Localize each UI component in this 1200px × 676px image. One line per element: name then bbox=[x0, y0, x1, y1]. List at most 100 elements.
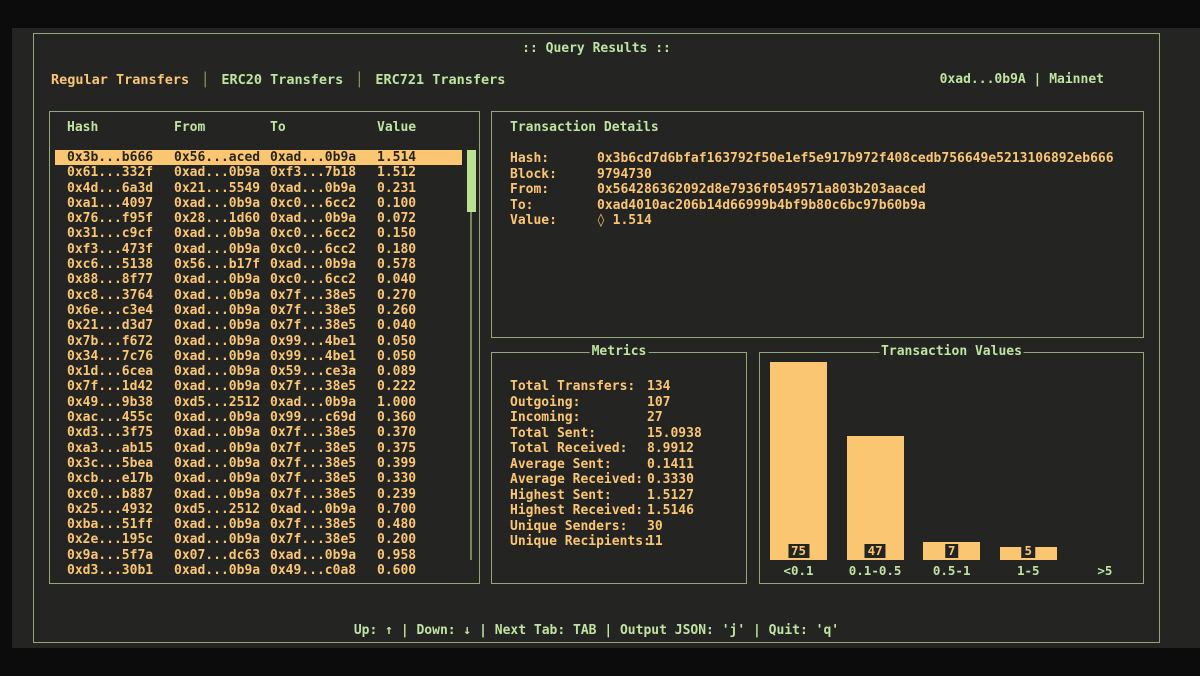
metrics-panel-title: Metrics bbox=[590, 344, 649, 360]
table-row[interactable]: 0x2e...195c0xad...0b9a0x7f...38e50.200 bbox=[55, 532, 462, 547]
details-field-row: Block: 9794730 bbox=[492, 167, 1143, 183]
cell-to: 0xad...0b9a bbox=[270, 395, 356, 410]
cell-from: 0xad...0b9a bbox=[174, 303, 260, 318]
transaction-values-chart-panel: Transaction Values 75<0.1470.1-0.570.5-1… bbox=[759, 352, 1144, 584]
table-row[interactable]: 0xc8...37640xad...0b9a0x7f...38e50.270 bbox=[55, 288, 462, 303]
cell-value: 0.180 bbox=[377, 242, 416, 257]
tab-regular-transfers[interactable]: Regular Transfers bbox=[51, 72, 189, 88]
cell-to: 0x49...c0a8 bbox=[270, 563, 356, 578]
cell-hash: 0x7b...f672 bbox=[67, 334, 153, 349]
details-field-row: Value:◊ 1.514 bbox=[492, 213, 1143, 229]
metric-label: Unique Recipients: bbox=[510, 534, 651, 550]
cell-to: 0x7f...38e5 bbox=[270, 425, 356, 440]
details-field-row: To:0xad4010ac206b14d66999b4bf9b80c6bc97b… bbox=[492, 198, 1143, 214]
cell-from: 0xad...0b9a bbox=[174, 517, 260, 532]
chart-plot: 75<0.1470.1-0.570.5-151-5>5 bbox=[760, 353, 1143, 583]
table-row[interactable]: 0x9a...5f7a0x07...dc630xad...0b9a0.958 bbox=[55, 548, 462, 563]
cell-to: 0x7f...38e5 bbox=[270, 318, 356, 333]
cell-to: 0x7f...38e5 bbox=[270, 487, 356, 502]
table-row[interactable]: 0x76...f95f0x28...1d600xad...0b9a0.072 bbox=[55, 211, 462, 226]
cell-from: 0xad...0b9a bbox=[174, 425, 260, 440]
cell-to: 0x7f...38e5 bbox=[270, 288, 356, 303]
cell-hash: 0x49...9b38 bbox=[67, 395, 153, 410]
table-row[interactable]: 0xa3...ab150xad...0b9a0x7f...38e50.375 bbox=[55, 441, 462, 456]
metric-label: Average Sent: bbox=[510, 457, 612, 473]
table-row[interactable]: 0xac...455c0xad...0b9a0x99...c69d0.360 bbox=[55, 410, 462, 425]
field-value: 0x3b6cd7d6bfaf163792f50e1ef5e917b972f408… bbox=[597, 151, 1114, 167]
column-header-from: From bbox=[174, 120, 205, 135]
table-row[interactable]: 0xf3...473f0xad...0b9a0xc0...6cc20.180 bbox=[55, 242, 462, 257]
metric-value: 11 bbox=[647, 534, 663, 550]
table-row[interactable]: 0xc0...b8870xad...0b9a0x7f...38e50.239 bbox=[55, 487, 462, 502]
table-row[interactable]: 0xcb...e17b0xad...0b9a0x7f...38e50.330 bbox=[55, 471, 462, 486]
metric-row: Highest Sent:1.5127 bbox=[492, 488, 746, 504]
cell-from: 0xad...0b9a bbox=[174, 226, 260, 241]
cell-value: 0.360 bbox=[377, 410, 416, 425]
metric-row: Unique Senders:30 bbox=[492, 519, 746, 535]
cell-to: 0x99...4be1 bbox=[270, 349, 356, 364]
cell-to: 0x7f...38e5 bbox=[270, 303, 356, 318]
table-row[interactable]: 0xba...51ff0xad...0b9a0x7f...38e50.480 bbox=[55, 517, 462, 532]
cell-hash: 0x31...c9cf bbox=[67, 226, 153, 241]
query-results-window: :: Query Results :: Regular Transfers│ER… bbox=[33, 33, 1160, 643]
tab-erc20-transfers[interactable]: ERC20 Transfers bbox=[221, 72, 343, 88]
table-row[interactable]: 0xa1...40970xad...0b9a0xc0...6cc20.100 bbox=[55, 196, 462, 211]
cell-value: 0.050 bbox=[377, 349, 416, 364]
cell-hash: 0xcb...e17b bbox=[67, 471, 153, 486]
cell-from: 0xad...0b9a bbox=[174, 349, 260, 364]
table-row[interactable]: 0x25...49320xd5...25120xad...0b9a0.700 bbox=[55, 502, 462, 517]
cell-value: 0.700 bbox=[377, 502, 416, 517]
table-row[interactable]: 0x4d...6a3d0x21...55490xad...0b9a0.231 bbox=[55, 181, 462, 196]
cell-to: 0x7f...38e5 bbox=[270, 379, 356, 394]
scrollbar-thumb[interactable] bbox=[467, 150, 476, 212]
table-row[interactable]: 0x34...7c76 0xad...0b9a 0x99...4be1 0.050 bbox=[55, 349, 462, 364]
chart-slot: 75<0.1 bbox=[760, 353, 837, 583]
chart-slot: 470.1-0.5 bbox=[837, 353, 914, 583]
table-row[interactable]: 0x6e...c3e40xad...0b9a0x7f...38e50.260 bbox=[55, 303, 462, 318]
cell-hash: 0x2e...195c bbox=[67, 532, 153, 547]
bar-value-label: 47 bbox=[865, 544, 886, 558]
cell-from: 0xad...0b9a bbox=[174, 334, 260, 349]
cell-value: 0.399 bbox=[377, 456, 416, 471]
cell-hash: 0x6e...c3e4 bbox=[67, 303, 153, 318]
chart-slot: >5 bbox=[1066, 353, 1143, 583]
table-row[interactable]: 0x49...9b380xd5...25120xad...0b9a1.000 bbox=[55, 395, 462, 410]
field-label: Value: bbox=[510, 213, 557, 229]
cell-to: 0x59...ce3a bbox=[270, 364, 356, 379]
cell-hash: 0xc8...3764 bbox=[67, 288, 153, 303]
table-row[interactable]: 0xc6...51380x56...b17f0xad...0b9a0.578 bbox=[55, 257, 462, 272]
column-header-to: To bbox=[270, 120, 286, 135]
table-row[interactable]: 0x7f...1d420xad...0b9a0x7f...38e50.222 bbox=[55, 379, 462, 394]
metrics-panel: Metrics Total Transfers:134Outgoing:107I… bbox=[491, 352, 747, 584]
table-row[interactable]: 0x1d...6cea0xad...0b9a0x59...ce3a0.089 bbox=[55, 364, 462, 379]
metric-label: Incoming: bbox=[510, 410, 580, 426]
table-row[interactable]: 0x88...8f770xad...0b9a0xc0...6cc20.040 bbox=[55, 272, 462, 287]
table-row[interactable]: 0x31...c9cf0xad...0b9a0xc0...6cc20.150 bbox=[55, 226, 462, 241]
table-row[interactable]: 0x61...332f0xad...0b9a0xf3...7b181.512 bbox=[55, 165, 462, 180]
metric-row: Total Received:8.9912 bbox=[492, 441, 746, 457]
cell-hash: 0xd3...30b1 bbox=[67, 563, 153, 578]
table-row[interactable]: 0xd3...30b10xad...0b9a0x49...c0a80.600 bbox=[55, 563, 462, 578]
field-value: 9794730 bbox=[597, 167, 652, 183]
cell-to: 0xad...0b9a bbox=[270, 502, 356, 517]
page-title: :: Query Results :: bbox=[34, 41, 1159, 56]
cell-value: 0.270 bbox=[377, 288, 416, 303]
cell-to: 0xf3...7b18 bbox=[270, 165, 356, 180]
table-row[interactable]: 0x3c...5bea0xad...0b9a0x7f...38e50.399 bbox=[55, 456, 462, 471]
cell-hash: 0x3b...b666 bbox=[67, 150, 153, 165]
table-row[interactable]: 0x21...d3d70xad...0b9a0x7f...38e50.040 bbox=[55, 318, 462, 333]
table-row[interactable]: 0xd3...3f750xad...0b9a0x7f...38e50.370 bbox=[55, 425, 462, 440]
scrollbar-track[interactable] bbox=[470, 212, 472, 560]
cell-to: 0xad...0b9a bbox=[270, 150, 356, 165]
table-row[interactable]: 0x7b...f6720xad...0b9a0x99...4be10.050 bbox=[55, 334, 462, 349]
cell-hash: 0x34...7c76 bbox=[67, 349, 153, 364]
metric-label: Total Transfers: bbox=[510, 379, 635, 395]
cell-hash: 0xa1...4097 bbox=[67, 196, 153, 211]
table-row[interactable]: 0x3b...b6660x56...aced0xad...0b9a1.514 bbox=[55, 150, 462, 165]
field-label: Block: bbox=[510, 167, 557, 183]
metric-value: 1.5127 bbox=[647, 488, 694, 504]
metric-row: Total Transfers:134 bbox=[492, 379, 746, 395]
tab-erc721-transfers[interactable]: ERC721 Transfers bbox=[375, 72, 505, 88]
keybindings-footer: Up: ↑ | Down: ↓ | Next Tab: TAB | Output… bbox=[34, 623, 1159, 638]
cell-value: 0.040 bbox=[377, 272, 416, 287]
